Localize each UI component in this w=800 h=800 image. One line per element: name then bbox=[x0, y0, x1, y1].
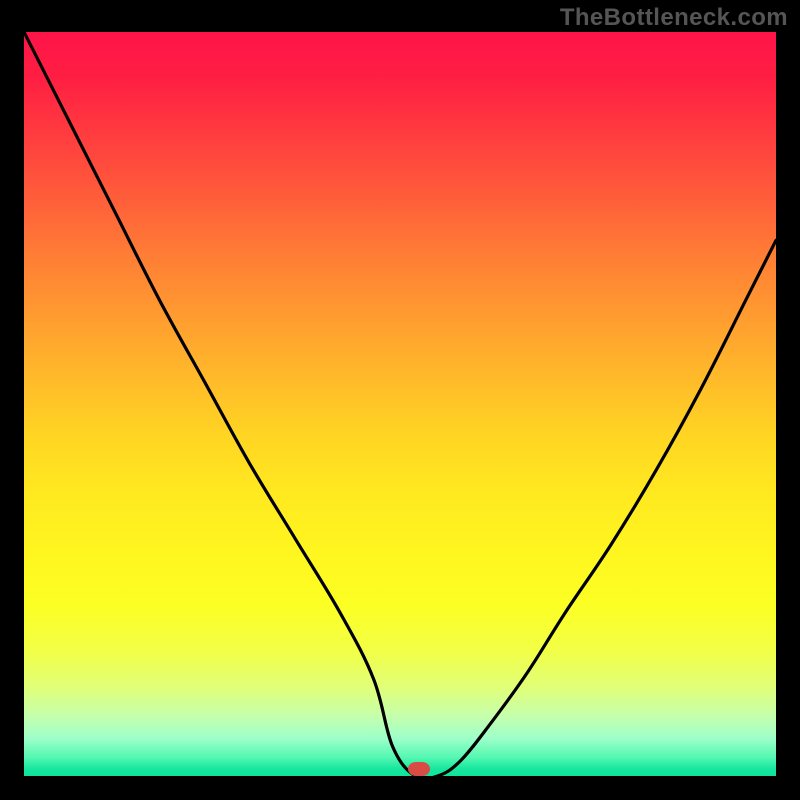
background-heat-gradient bbox=[24, 32, 776, 776]
watermark-text: TheBottleneck.com bbox=[560, 4, 788, 32]
chart-frame: TheBottleneck.com bbox=[0, 0, 800, 800]
plot-area bbox=[24, 32, 776, 776]
